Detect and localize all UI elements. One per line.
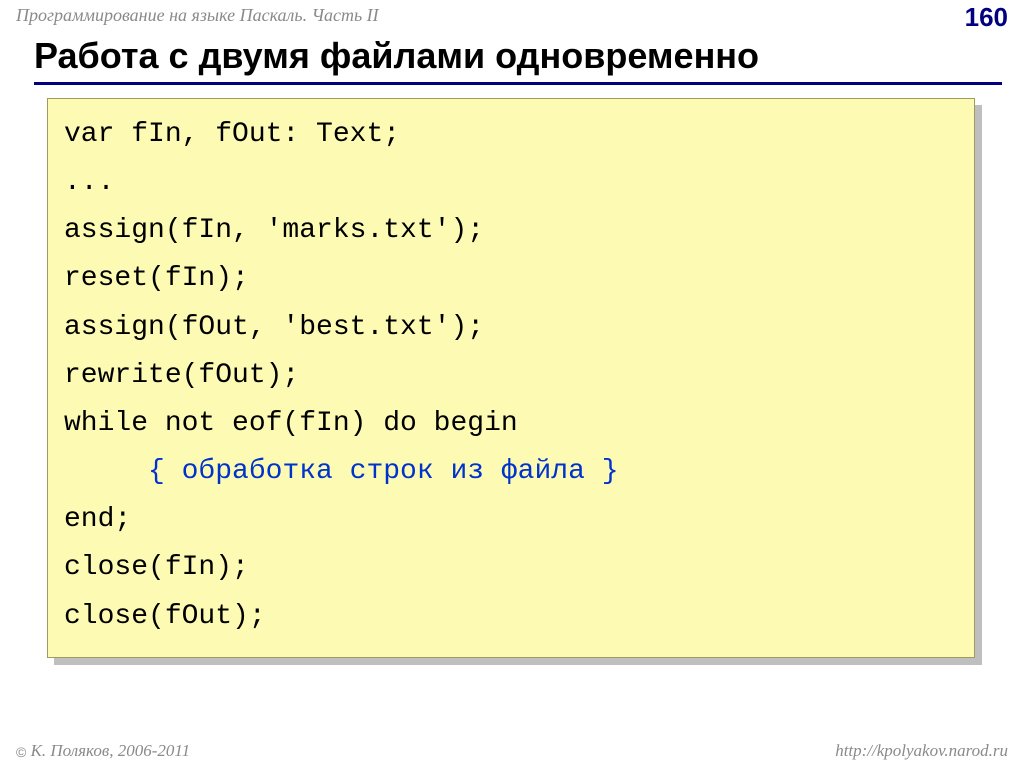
copyright-icon: © [16,744,26,760]
code-line: close(fOut); [64,593,958,641]
code-line: while not eof(fIn) do begin [64,400,958,448]
slide-title: Работа с двумя файлами одновременно [34,35,759,77]
code-line: ... [64,159,958,207]
page-number: 160 [965,2,1008,33]
code-line: assign(fIn, 'marks.txt'); [64,207,958,255]
footer-copyright: © К. Поляков, 2006-2011 [16,741,190,761]
code-comment: { обработка строк из файла } [148,456,618,487]
code-block: var fIn, fOut: Text; ... assign(fIn, 'ma… [47,98,975,658]
code-line: { обработка строк из файла } [64,448,958,496]
title-underline [34,82,1002,85]
slide-header: Программирование на языке Паскаль. Часть… [0,0,1024,30]
code-line: assign(fOut, 'best.txt'); [64,304,958,352]
code-line: reset(fIn); [64,255,958,303]
header-title: Программирование на языке Паскаль. Часть… [16,5,379,26]
code-line: end; [64,496,958,544]
slide-footer: © К. Поляков, 2006-2011 http://kpolyakov… [0,741,1024,761]
code-line: var fIn, fOut: Text; [64,111,958,159]
code-line: rewrite(fOut); [64,352,958,400]
code-line: close(fIn); [64,544,958,592]
footer-url: http://kpolyakov.narod.ru [835,741,1008,761]
